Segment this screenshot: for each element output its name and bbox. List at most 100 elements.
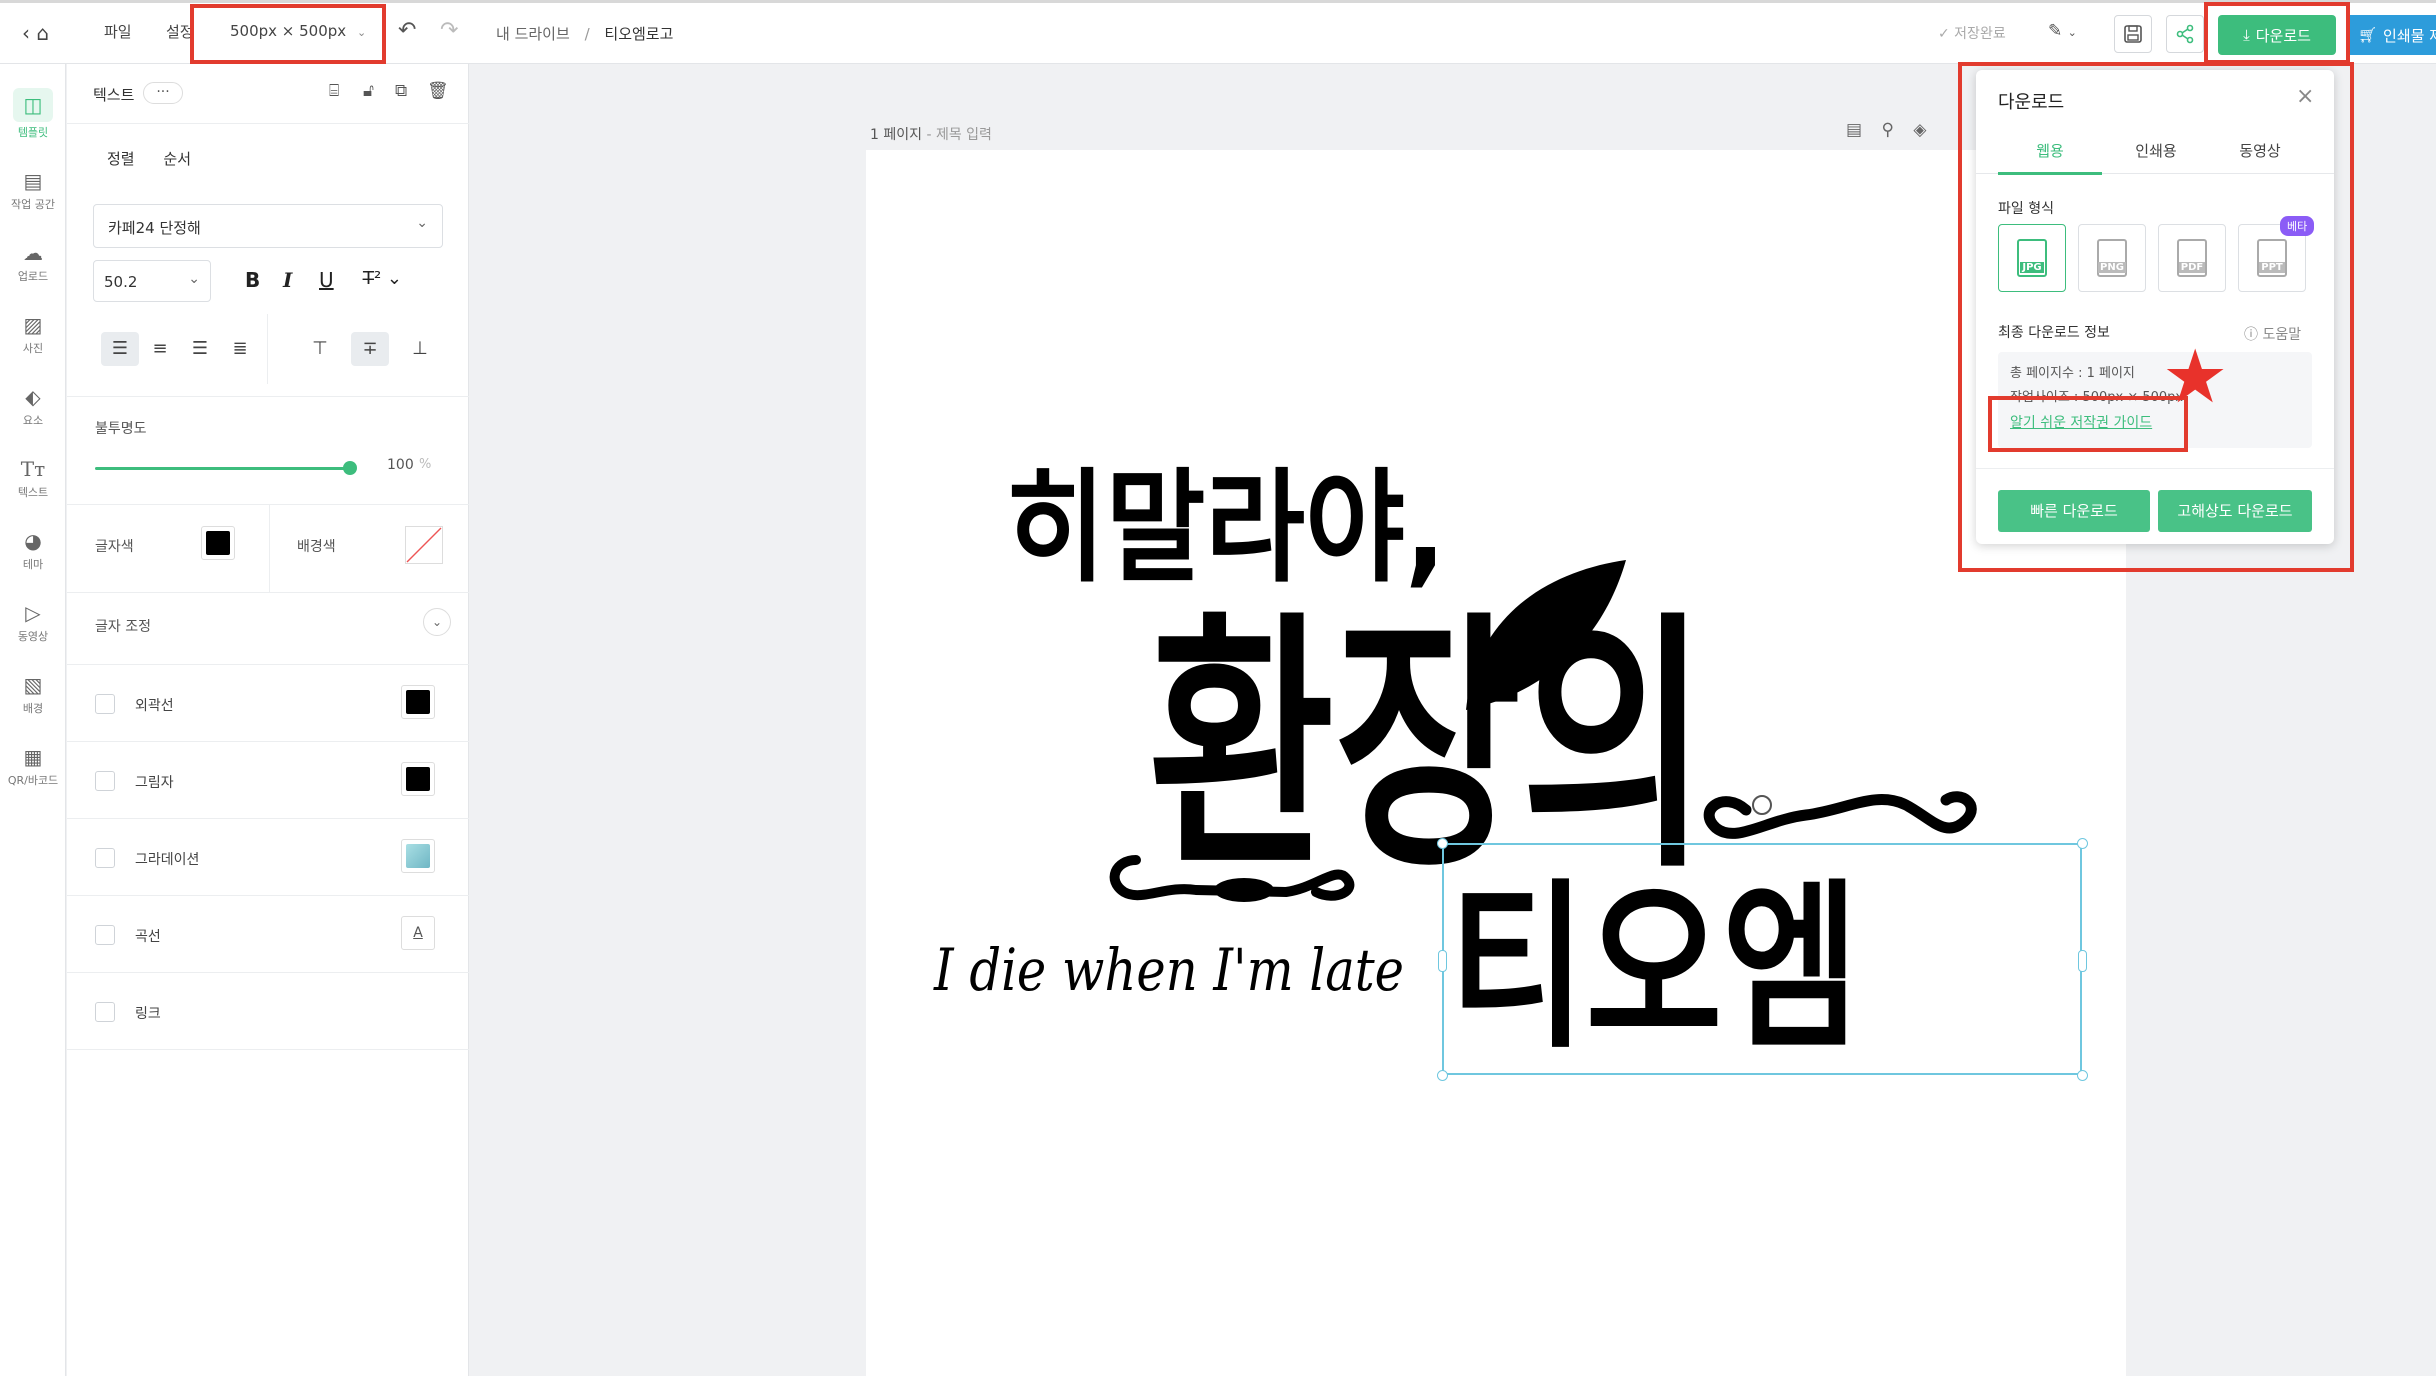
rail-item-background[interactable]: ▧ 배경 <box>0 672 66 716</box>
redo-icon[interactable]: ↷ <box>440 18 458 43</box>
breadcrumb: 내 드라이브 / 티오엠로고 <box>496 23 673 44</box>
undo-icon[interactable]: ↶ <box>398 18 416 43</box>
valign-middle-icon[interactable]: ∓ <box>351 332 389 366</box>
format-jpg-option[interactable]: JPG <box>1998 224 2066 292</box>
resize-handle-side[interactable] <box>1438 950 1447 972</box>
link-checkbox[interactable] <box>95 1002 115 1022</box>
shadow-color-swatch[interactable] <box>401 762 435 796</box>
rail-item-workspace[interactable]: ▤ 작업 공간 <box>0 168 66 212</box>
tab-print[interactable]: 인쇄용 <box>2106 140 2206 161</box>
selection-box[interactable] <box>1442 843 2082 1075</box>
rail-item-photo[interactable]: ▨ 사진 <box>0 312 66 356</box>
opacity-slider-handle[interactable] <box>343 461 357 475</box>
paint-bucket-icon[interactable]: ◈ <box>1913 120 1926 140</box>
align-center-icon[interactable]: ≡ <box>141 332 179 366</box>
page-title-input[interactable]: 제목 입력 <box>936 127 992 143</box>
tab-web[interactable]: 웹용 <box>2000 140 2100 161</box>
rail-item-theme[interactable]: ◕ 테마 <box>0 528 66 572</box>
rail-item-template[interactable]: ◫ 템플릿 <box>0 88 66 140</box>
format-png-option[interactable]: PNG <box>2078 224 2146 292</box>
chevron-left-icon: ‹ <box>22 21 30 45</box>
download-icon: ⤓ <box>2243 26 2250 44</box>
resize-handle[interactable] <box>1437 838 1448 849</box>
trash-icon[interactable]: 🗑︎ <box>427 81 449 101</box>
close-icon[interactable]: × <box>2296 84 2314 109</box>
rail-item-video[interactable]: ▷ 동영상 <box>0 600 66 644</box>
resize-handle[interactable] <box>1437 1070 1448 1081</box>
align-justify-icon[interactable]: ≣ <box>221 332 259 366</box>
align-right-icon[interactable]: ☰ <box>181 332 219 366</box>
chevron-down-icon: ⌄ <box>188 271 200 287</box>
gradient-checkbox[interactable] <box>95 848 115 868</box>
info-pages: 총 페이지수 : 1 페이지 <box>2010 366 2135 381</box>
tab-align[interactable]: 정렬 <box>107 150 135 168</box>
resize-handle[interactable] <box>2077 838 2088 849</box>
resize-handle[interactable] <box>2077 1070 2088 1081</box>
italic-button[interactable]: I <box>283 268 292 292</box>
back-home-button[interactable]: ‹ ⌂ <box>22 21 49 45</box>
curve-checkbox[interactable] <box>95 925 115 945</box>
gradient-color-swatch[interactable] <box>401 839 435 873</box>
unlock-icon[interactable]: 🔓︎ <box>363 81 374 101</box>
align-left-icon[interactable]: ☰ <box>101 332 139 366</box>
help-link[interactable]: ⓘ 도움말 <box>2244 324 2301 344</box>
duplicate-icon[interactable]: ⧉ <box>395 81 407 101</box>
tab-order[interactable]: 순서 <box>163 150 191 168</box>
outline-checkbox[interactable] <box>95 694 115 714</box>
settings-menu[interactable]: 설정 <box>166 21 194 42</box>
hd-download-button[interactable]: 고해상도 다운로드 <box>2158 490 2312 532</box>
resize-handle-side[interactable] <box>2078 950 2087 972</box>
breadcrumb-current[interactable]: 티오엠로고 <box>604 25 673 43</box>
valign-bottom-icon[interactable]: ⊥ <box>401 332 439 366</box>
chevron-down-icon[interactable]: ⌄ <box>423 608 451 636</box>
tab-video[interactable]: 동영상 <box>2210 140 2310 161</box>
strikethrough-menu-button[interactable]: T̶² ⌄ <box>363 268 402 289</box>
font-family-select[interactable]: 카페24 단정해 ⌄ <box>93 204 443 248</box>
rail-item-label: 업로드 <box>17 270 49 283</box>
edit-mode-button[interactable]: ✎ ⌄ <box>2048 21 2077 41</box>
shadow-checkbox[interactable] <box>95 771 115 791</box>
breadcrumb-root[interactable]: 내 드라이브 <box>496 25 570 43</box>
quick-download-button[interactable]: 빠른 다운로드 <box>1998 490 2150 532</box>
info-size: 작업사이즈 : 500px × 500px <box>2010 390 2184 405</box>
art-tagline: I die when I'm late <box>933 936 1404 1004</box>
share-button[interactable] <box>2166 15 2204 53</box>
breadcrumb-separator: / <box>584 25 590 43</box>
download-button[interactable]: ⤓ 다운로드 <box>2218 15 2336 55</box>
underline-button[interactable]: U <box>319 268 334 292</box>
copyright-guide-link[interactable]: 알기 쉬운 저작권 가이드 <box>2010 412 2152 432</box>
text-icon: Tт <box>20 457 46 481</box>
rail-item-elements[interactable]: ⬖ 요소 <box>0 384 66 428</box>
magic-wand-icon[interactable]: ⚲ <box>1881 120 1893 140</box>
home-icon: ⌂ <box>36 21 50 45</box>
text-color-swatch[interactable] <box>201 526 235 560</box>
font-size-input[interactable]: 50.2 ⌄ <box>93 260 211 302</box>
save-status: ✓ 저장완료 <box>1938 26 2006 42</box>
print-order-button[interactable]: 🛒︎ 인쇄물 제 <box>2346 15 2436 55</box>
active-tab-indicator <box>1998 172 2102 175</box>
art-line-1: 히말라야, <box>1006 457 1446 599</box>
rail-item-text[interactable]: Tт 텍스트 <box>0 456 66 500</box>
format-painter-icon[interactable]: ⌸ <box>329 81 339 101</box>
file-menu[interactable]: 파일 <box>104 21 132 42</box>
rail-item-label: 작업 공간 <box>11 198 55 211</box>
background-color-swatch[interactable] <box>405 526 443 564</box>
outline-color-swatch[interactable] <box>401 685 435 719</box>
rail-item-upload[interactable]: ☁ 업로드 <box>0 240 66 284</box>
pen-icon: ✎ <box>2048 21 2063 41</box>
page-label: 1 페이지 - 제목 입력 <box>870 127 992 143</box>
bold-button[interactable]: B <box>245 268 260 292</box>
rail-item-qr[interactable]: ▦ QR/바코드 <box>0 744 66 788</box>
opacity-value: 100 <box>387 457 414 473</box>
format-pdf-option[interactable]: PDF <box>2158 224 2226 292</box>
page-number: 1 페이지 <box>870 127 922 143</box>
valign-top-icon[interactable]: ⊤ <box>301 332 339 366</box>
memo-icon[interactable]: ▤ <box>1846 120 1862 140</box>
canvas-size-select[interactable]: 500px × 500px ⌄ <box>230 22 366 40</box>
rotate-handle-icon <box>1752 795 1772 815</box>
more-options-button[interactable]: ··· <box>143 82 183 104</box>
ppt-file-icon: PPT <box>2257 239 2287 277</box>
save-button[interactable] <box>2114 15 2152 53</box>
curve-text-icon[interactable]: A <box>401 916 435 950</box>
opacity-slider-track[interactable] <box>95 467 349 470</box>
